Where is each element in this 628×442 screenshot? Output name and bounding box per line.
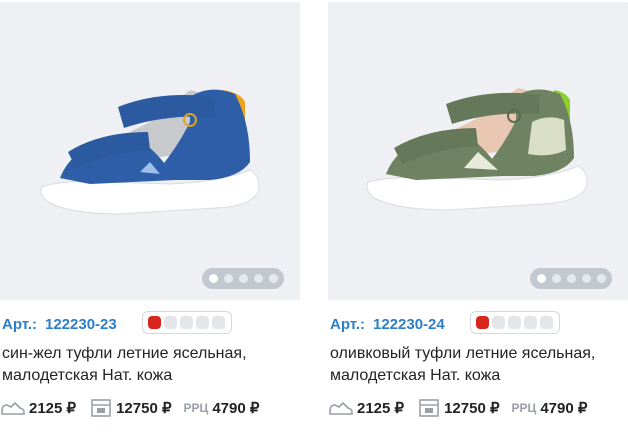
product-name[interactable]: оливковый туфли летние ясельная, малодет…	[330, 343, 628, 387]
color-swatch[interactable]	[540, 316, 553, 329]
product-image[interactable]	[328, 2, 628, 300]
article-label: Арт.:	[2, 316, 37, 333]
article-value[interactable]: 122230-23	[45, 316, 117, 333]
color-swatches[interactable]	[470, 311, 560, 334]
gallery-dot[interactable]	[268, 274, 278, 283]
gallery-dot[interactable]	[238, 274, 248, 283]
sandal-image	[40, 89, 260, 215]
color-swatch[interactable]	[196, 316, 209, 329]
gallery-dot[interactable]	[208, 274, 218, 283]
article-value[interactable]: 122230-24	[373, 316, 445, 333]
article-number: Арт.: 122230-24	[330, 316, 445, 333]
sneaker-icon	[1, 401, 25, 415]
box-icon	[419, 399, 439, 417]
pair-price: 2125 ₽	[29, 400, 77, 417]
pair-price: 2125 ₽	[357, 400, 405, 417]
gallery-dot[interactable]	[536, 274, 546, 283]
box-price: 12750 ₽	[444, 400, 500, 417]
color-swatch[interactable]	[492, 316, 505, 329]
sandal-image	[366, 88, 588, 211]
gallery-dot[interactable]	[253, 274, 263, 283]
rrc-label: РРЦ	[511, 401, 537, 415]
article-label: Арт.:	[330, 316, 365, 333]
gallery-dot[interactable]	[581, 274, 591, 283]
price-row: 2125 ₽ 12750 ₽ РРЦ 4790 ₽	[328, 398, 587, 418]
color-swatch[interactable]	[524, 316, 537, 329]
box-icon	[91, 399, 111, 417]
gallery-pagination[interactable]	[202, 268, 284, 289]
color-swatch[interactable]	[508, 316, 521, 329]
rrc-label: РРЦ	[183, 401, 209, 415]
product-name[interactable]: син-жел туфли летние ясельная, малодетск…	[2, 343, 300, 387]
gallery-dot[interactable]	[223, 274, 233, 283]
color-swatch[interactable]	[212, 316, 225, 329]
rrc-price: 4790 ₽	[540, 400, 588, 417]
color-swatch[interactable]	[180, 316, 193, 329]
color-swatches[interactable]	[142, 311, 232, 334]
product-card[interactable]: Арт.: 122230-23 син-жел туфли летние ясе…	[0, 0, 300, 442]
gallery-dot[interactable]	[551, 274, 561, 283]
color-swatch[interactable]	[164, 316, 177, 329]
color-swatch-selected[interactable]	[148, 316, 161, 329]
gallery-pagination[interactable]	[530, 268, 612, 289]
article-number: Арт.: 122230-23	[2, 316, 117, 333]
sneaker-icon	[329, 401, 353, 415]
product-card[interactable]: Арт.: 122230-24 оливковый туфли летние я…	[328, 0, 628, 442]
gallery-dot[interactable]	[596, 274, 606, 283]
product-image[interactable]	[0, 2, 300, 300]
box-price: 12750 ₽	[116, 400, 172, 417]
gallery-dot[interactable]	[566, 274, 576, 283]
price-row: 2125 ₽ 12750 ₽ РРЦ 4790 ₽	[0, 398, 259, 418]
color-swatch-selected[interactable]	[476, 316, 489, 329]
rrc-price: 4790 ₽	[212, 400, 260, 417]
